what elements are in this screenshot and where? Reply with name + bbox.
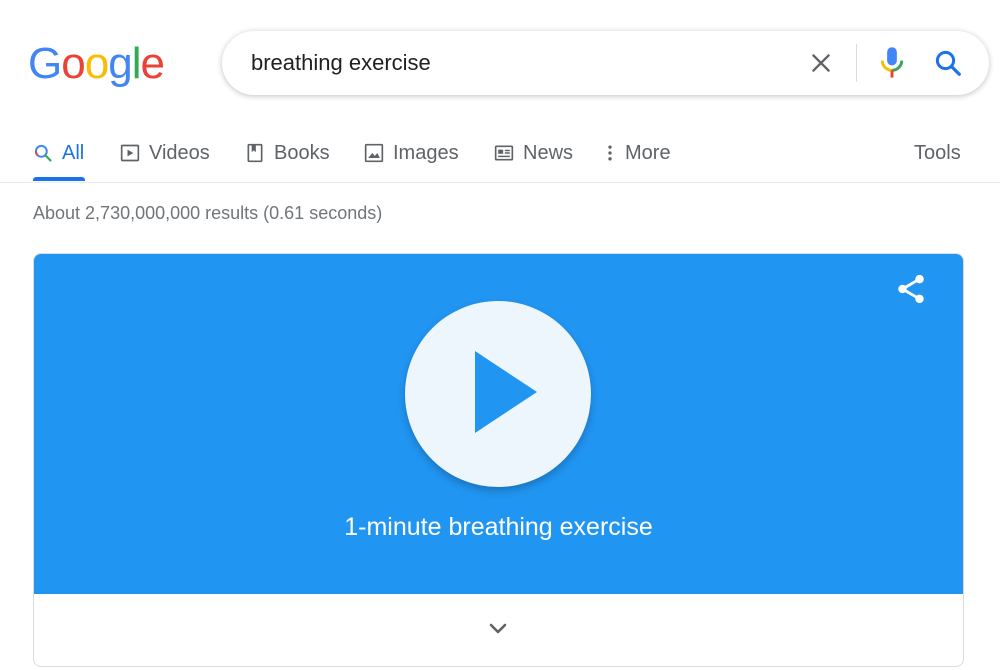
close-icon[interactable] [808,50,834,76]
tab-images[interactable]: Images [364,138,459,168]
tab-label: Videos [149,141,210,164]
tab-videos[interactable]: Videos [120,138,210,168]
logo-letter: e [140,39,165,88]
active-tab-indicator [33,177,85,181]
logo-letter: o [61,39,86,88]
logo-letter: o [84,39,110,88]
search-icon [34,144,52,162]
tab-books[interactable]: Books [245,138,330,168]
card-media: 1-minute breathing exercise [34,254,963,594]
google-logo[interactable]: Google [28,38,165,90]
tab-label: Books [274,141,330,164]
tab-label: More [625,141,671,164]
logo-letter: G [28,39,62,88]
breathing-exercise-card: 1-minute breathing exercise [33,253,964,667]
tab-label: Images [393,141,459,164]
search-divider [856,44,857,82]
search-icon[interactable] [933,48,963,78]
tools-label: Tools [914,141,961,164]
play-button[interactable] [405,301,591,487]
tab-more[interactable]: More [604,138,671,168]
tab-all[interactable]: All [33,138,84,168]
card-title: 1-minute breathing exercise [344,513,653,541]
tab-label: News [523,141,574,164]
news-icon [494,145,514,161]
tab-news[interactable]: News [494,138,573,168]
mic-icon[interactable] [877,46,907,80]
tools-button[interactable]: Tools [914,138,961,168]
search-input[interactable]: breathing exercise [251,50,431,76]
share-icon[interactable] [894,272,928,306]
image-icon [364,143,384,163]
result-stats: About 2,730,000,000 results (0.61 second… [33,203,383,223]
logo-letter: g [108,39,133,88]
play-box-icon [120,144,140,162]
search-tabs: All Videos Books Images News More Tools [0,128,1000,183]
tab-label: All [62,141,85,164]
search-box[interactable]: breathing exercise [222,31,989,95]
play-icon [475,351,537,433]
chevron-down-icon[interactable] [486,621,510,637]
book-icon [247,143,263,163]
more-vert-icon [608,145,612,161]
